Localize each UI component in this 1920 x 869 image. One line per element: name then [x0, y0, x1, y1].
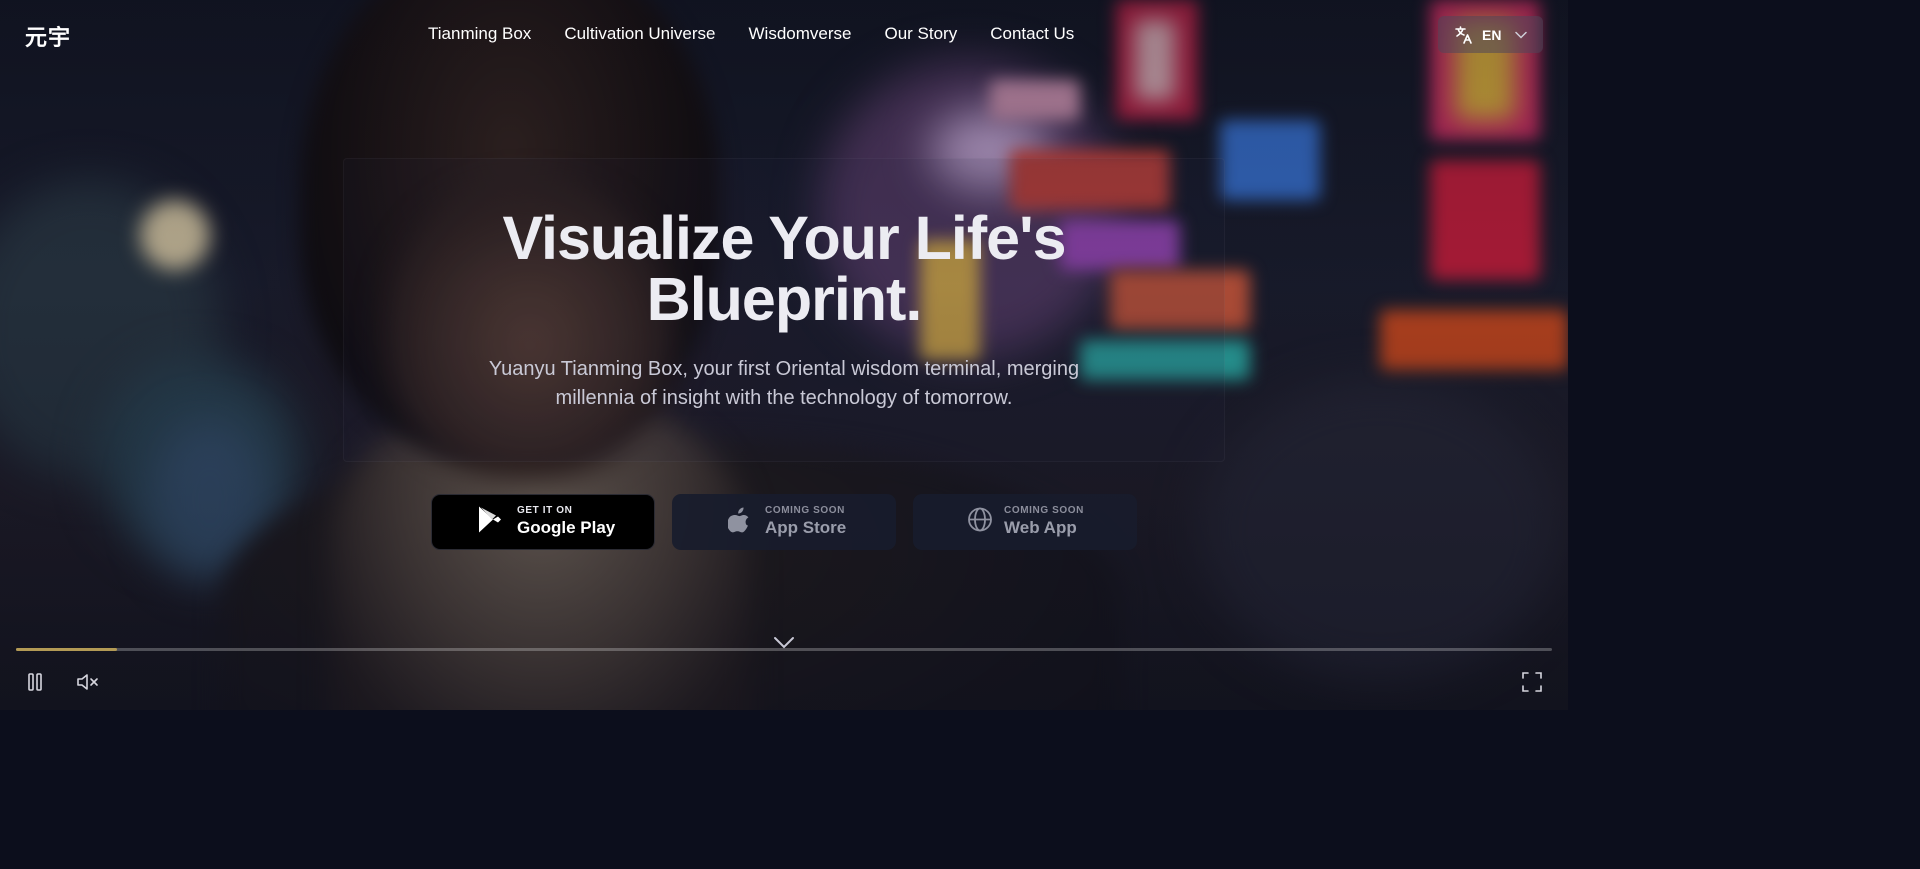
mute-button[interactable]	[76, 672, 100, 697]
google-play-label: Google Play	[517, 518, 616, 537]
nav-item-cultivation-universe[interactable]: Cultivation Universe	[564, 24, 715, 44]
web-app-small-label: COMING SOON	[1004, 505, 1084, 516]
google-play-icon	[477, 506, 503, 539]
translate-icon	[1454, 25, 1474, 45]
chevron-down-icon	[1515, 31, 1528, 39]
hero-subtitle-line-1: Yuanyu Tianming Box, your first Oriental…	[488, 358, 1080, 380]
apple-icon	[727, 507, 750, 538]
hero-subtitle-line-2: millennia of insight with the technology…	[555, 387, 1013, 409]
main-nav: Tianming Box Cultivation Universe Wisdom…	[428, 24, 1074, 44]
language-selector[interactable]: EN	[1438, 16, 1543, 53]
app-store-small-label: COMING SOON	[765, 505, 845, 516]
hero-title: Visualize Your Life's Blueprint.	[343, 208, 1225, 330]
video-progress-bar[interactable]	[16, 648, 1552, 651]
mute-icon	[76, 674, 100, 696]
pause-button[interactable]	[27, 672, 43, 697]
pause-icon	[27, 673, 43, 696]
app-store-button[interactable]: COMING SOON App Store	[672, 494, 896, 550]
site-header: 元宇 Tianming Box Cultivation Universe Wis…	[0, 0, 1568, 70]
google-play-small-label: GET IT ON	[517, 505, 573, 516]
fullscreen-icon	[1522, 672, 1542, 696]
app-store-label: App Store	[765, 518, 847, 537]
nav-item-our-story[interactable]: Our Story	[884, 24, 957, 44]
web-app-button[interactable]: COMING SOON Web App	[913, 494, 1137, 550]
scroll-down-icon[interactable]	[773, 636, 795, 655]
nav-item-tianming-box[interactable]: Tianming Box	[428, 24, 531, 44]
nav-item-wisdomverse[interactable]: Wisdomverse	[749, 24, 852, 44]
fullscreen-button[interactable]	[1522, 672, 1542, 697]
google-play-button[interactable]: GET IT ON Google Play	[431, 494, 655, 550]
video-progress-fill	[16, 648, 118, 651]
web-app-label: Web App	[1004, 518, 1077, 537]
language-label: EN	[1482, 26, 1502, 43]
brand-logo[interactable]: 元宇	[25, 20, 71, 52]
globe-icon	[967, 507, 993, 538]
nav-item-contact-us[interactable]: Contact Us	[990, 24, 1074, 44]
hero-subtitle: Yuanyu Tianming Box, your first Oriental…	[440, 355, 1128, 413]
hero-title-line-2: Blueprint.	[646, 265, 923, 333]
hero-title-line-1: Visualize Your Life's	[502, 204, 1066, 272]
